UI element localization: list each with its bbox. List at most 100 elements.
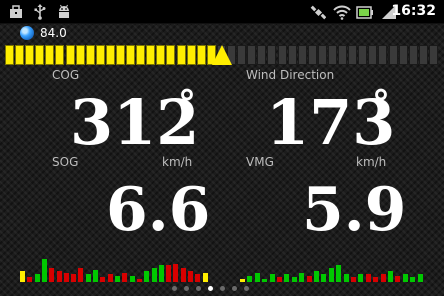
history-bar <box>255 273 260 282</box>
page-dot[interactable] <box>184 286 189 291</box>
history-bar <box>358 274 363 282</box>
cog-label: COG <box>52 68 80 82</box>
gauge-segment <box>15 45 24 65</box>
gauge-segment <box>278 45 287 65</box>
history-bar <box>93 270 98 282</box>
history-bar <box>395 276 400 282</box>
page-dot[interactable] <box>196 286 201 291</box>
history-bar <box>336 265 341 282</box>
history-bar <box>299 273 304 282</box>
gauge-segment <box>136 45 145 65</box>
gps-accuracy-value: 84.0 <box>40 26 67 40</box>
history-bar <box>418 274 423 282</box>
wind-direction-label: Wind Direction <box>246 68 335 82</box>
history-bar <box>284 274 289 282</box>
history-bar <box>78 268 83 282</box>
history-bar <box>100 277 105 282</box>
briefcase-icon <box>10 5 22 18</box>
gauge-segment <box>25 45 34 65</box>
gauge-segment <box>66 45 75 65</box>
history-bar <box>188 271 193 282</box>
gauge-segment <box>156 45 165 65</box>
gauge-segment <box>177 45 186 65</box>
gauge-segment <box>318 45 327 65</box>
gauge-segment <box>247 45 256 65</box>
gauge-segment <box>86 45 95 65</box>
history-bar <box>159 265 164 282</box>
cog-degree-symbol: ° <box>178 83 196 125</box>
history-bar <box>35 274 40 282</box>
vmg-value: 5.9 <box>302 175 407 245</box>
gauge-segment <box>237 45 246 65</box>
usb-icon <box>34 4 46 20</box>
history-bar <box>57 271 62 282</box>
history-bar <box>122 273 127 282</box>
history-bar <box>137 279 142 282</box>
vmg-label: VMG <box>246 155 274 169</box>
history-bar <box>329 268 334 282</box>
history-bar <box>381 274 386 282</box>
history-bar <box>247 276 252 282</box>
history-bar <box>314 271 319 282</box>
history-bar <box>270 274 275 282</box>
history-bar <box>20 271 25 282</box>
page-dot[interactable] <box>172 286 177 291</box>
gauge-segment <box>308 45 317 65</box>
status-clock: 16:32 <box>391 3 436 19</box>
gauge-segment <box>328 45 337 65</box>
history-bar <box>403 274 408 282</box>
gauge-segment <box>35 45 44 65</box>
history-bar <box>86 274 91 282</box>
history-bar <box>49 268 54 282</box>
gauge-segment <box>257 45 266 65</box>
gauge-pointer-icon <box>212 45 232 65</box>
gauge-segment <box>368 45 377 65</box>
history-bar <box>321 274 326 282</box>
gauge-segment <box>389 45 398 65</box>
history-bar <box>42 259 47 282</box>
history-bar <box>373 277 378 282</box>
gauge-segment <box>429 45 438 65</box>
history-bar <box>307 276 312 282</box>
history-bar <box>262 279 267 282</box>
history-bar <box>240 279 245 282</box>
gauge-segment <box>166 45 175 65</box>
gauge-segment <box>5 45 14 65</box>
history-bar <box>130 276 135 282</box>
gauge-segment <box>116 45 125 65</box>
gauge-segment <box>96 45 105 65</box>
android-debug-icon <box>59 4 69 18</box>
history-bar <box>144 271 149 282</box>
gauge-segment <box>197 45 206 65</box>
history-bar <box>108 274 113 282</box>
gauge-segment <box>399 45 408 65</box>
gauge-segment <box>76 45 85 65</box>
history-bar <box>351 277 356 282</box>
gps-status-icon <box>20 26 34 40</box>
history-bar <box>64 273 69 282</box>
gauge-segment <box>146 45 155 65</box>
gauge-segment <box>288 45 297 65</box>
gauge-segment <box>409 45 418 65</box>
speed-history-chart-right <box>240 252 425 282</box>
gauge-segment <box>126 45 135 65</box>
history-bar <box>166 265 171 282</box>
page-dot[interactable] <box>232 286 237 291</box>
history-bar <box>203 273 208 282</box>
page-indicator[interactable] <box>172 286 272 292</box>
history-bar <box>152 268 157 282</box>
gauge-segment <box>187 45 196 65</box>
history-bar <box>410 277 415 282</box>
sog-unit: km/h <box>162 155 193 169</box>
page-dot[interactable] <box>220 286 225 291</box>
page-dot[interactable] <box>244 286 249 291</box>
status-bar: 16:32 <box>0 0 444 24</box>
history-bar <box>173 264 178 282</box>
history-bar <box>388 271 393 282</box>
vmg-unit: km/h <box>356 155 387 169</box>
page-dot[interactable] <box>208 286 213 291</box>
gauge-segment <box>348 45 357 65</box>
history-bar <box>277 277 282 282</box>
speed-history-chart-left <box>20 252 210 282</box>
gauge-segment <box>45 45 54 65</box>
